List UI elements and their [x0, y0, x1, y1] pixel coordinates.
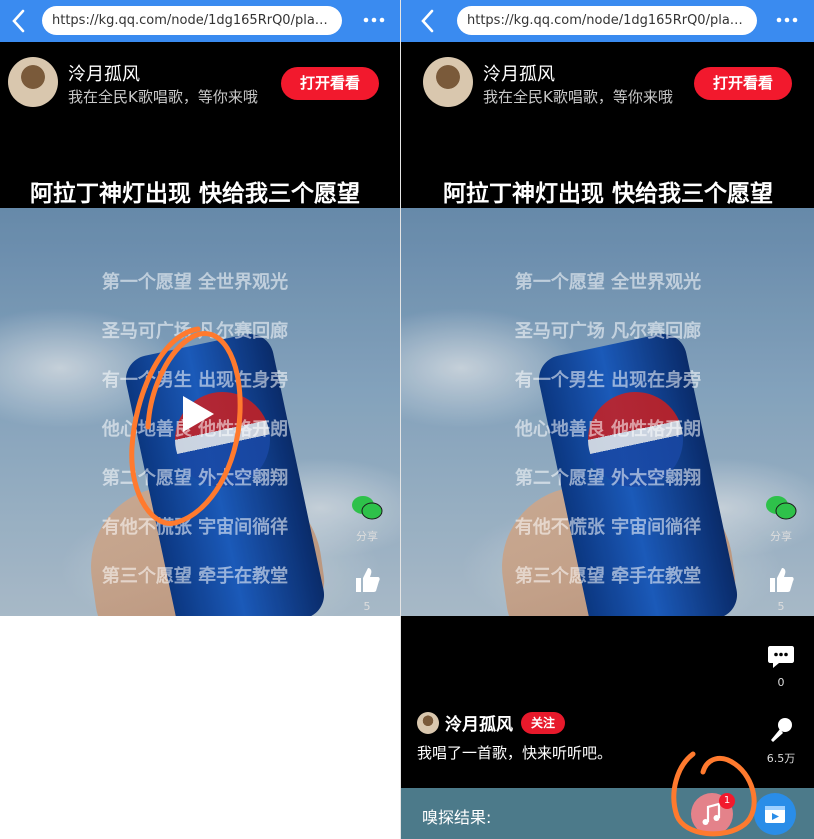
- left-screenshot: https://kg.qq.com/node/1dg165RrQ0/play_v…: [0, 0, 401, 839]
- lyric-line: 第二个愿望 外太空翱翔: [101, 468, 289, 489]
- sniff-result-bar: 嗅探结果: 1: [401, 788, 814, 839]
- header-username: 泠月孤风: [483, 64, 555, 85]
- wechat-icon: [766, 496, 797, 520]
- lyric-line: 第一个愿望 全世界观光: [101, 272, 289, 293]
- avatar[interactable]: [417, 712, 439, 734]
- lyric-line: 第一个愿望 全世界观光: [514, 272, 702, 293]
- thumbs-up-icon: [770, 568, 794, 592]
- feed-caption: 我唱了一首歌，快来听听吧。: [417, 744, 613, 762]
- song-title: 阿拉丁神灯出现 快给我三个愿望: [30, 181, 361, 207]
- right-screenshot: https://kg.qq.com/node/1dg165RrQ0/play_v…: [401, 0, 814, 839]
- avatar[interactable]: [8, 57, 58, 107]
- chevron-left-icon[interactable]: [6, 6, 32, 36]
- share-header: 泠月孤风 我在全民K歌唱歌，等你来哦 打开看看: [401, 42, 814, 122]
- open-app-button[interactable]: 打开看看: [281, 67, 379, 100]
- like-button[interactable]: 5: [761, 566, 801, 613]
- sniff-result-label: 嗅探结果:: [422, 808, 492, 827]
- thumbs-up-icon: [356, 568, 380, 592]
- chevron-left-icon[interactable]: [415, 6, 441, 36]
- video-result-button[interactable]: [754, 793, 796, 835]
- share-label: 分享: [770, 530, 792, 543]
- video-player[interactable]: 泠月孤风 我在全民K歌唱歌，等你来哦 打开看看 阿拉丁神灯出现 快给我三个愿望 …: [0, 42, 401, 616]
- share-label: 分享: [356, 530, 378, 543]
- comment-count: 0: [777, 676, 785, 689]
- header-slogan: 我在全民K歌唱歌，等你来哦: [68, 88, 258, 106]
- lyric-line: 圣马可广场 凡尔赛回廊: [101, 321, 289, 342]
- video-icon: [765, 806, 785, 823]
- play-icon[interactable]: [180, 394, 216, 434]
- browser-address-bar: https://kg.qq.com/node/1dg165RrQ0/play_v…: [401, 0, 814, 42]
- song-title: 阿拉丁神灯出现 快给我三个愿望: [443, 181, 774, 207]
- lyric-line: 有一个男生 出现在身旁: [514, 370, 702, 391]
- result-count-badge: 1: [719, 793, 735, 809]
- comment-icon: [768, 646, 794, 668]
- feed-username: 泠月孤风: [445, 715, 513, 735]
- like-count: 5: [363, 600, 371, 613]
- lyric-line: 有一个男生 出现在身旁: [101, 370, 289, 391]
- lyric-line: 有他不慌张 宇宙间徜徉: [514, 517, 702, 538]
- lyric-line: 第三个愿望 牵手在教堂: [101, 566, 289, 587]
- comment-button[interactable]: 0: [761, 644, 801, 689]
- lyric-line: 有他不慌张 宇宙间徜徉: [101, 517, 289, 538]
- more-dots-icon[interactable]: [359, 9, 389, 31]
- wechat-icon: [352, 496, 383, 520]
- share-button[interactable]: 分享: [347, 494, 387, 544]
- share-header: 泠月孤风 我在全民K歌唱歌，等你来哦 打开看看: [0, 42, 401, 122]
- lyric-line: 圣马可广场 凡尔赛回廊: [514, 321, 702, 342]
- header-slogan: 我在全民K歌唱歌，等你来哦: [483, 88, 673, 106]
- sing-button[interactable]: 6.5万: [761, 716, 801, 766]
- url-field[interactable]: https://kg.qq.com/node/1dg165RrQ0/play_v…: [42, 6, 342, 35]
- share-button[interactable]: 分享: [761, 494, 801, 544]
- avatar[interactable]: [423, 57, 473, 107]
- more-dots-icon[interactable]: [772, 9, 802, 31]
- microphone-icon: [771, 718, 792, 742]
- open-app-button[interactable]: 打开看看: [694, 67, 792, 100]
- browser-address-bar: https://kg.qq.com/node/1dg165RrQ0/play_v…: [0, 0, 401, 42]
- like-count: 5: [777, 600, 785, 613]
- lyric-line: 第二个愿望 外太空翱翔: [514, 468, 702, 489]
- sing-count: 6.5万: [766, 752, 796, 765]
- video-player[interactable]: 泠月孤风 我在全民K歌唱歌，等你来哦 打开看看 阿拉丁神灯出现 快给我三个愿望 …: [401, 42, 814, 788]
- like-button[interactable]: 5: [347, 566, 387, 613]
- header-username: 泠月孤风: [68, 64, 140, 85]
- follow-button[interactable]: 关注: [521, 712, 565, 734]
- lyric-line: 他心地善良 他性格开朗: [514, 419, 702, 440]
- lyric-line: 第三个愿望 牵手在教堂: [514, 566, 702, 587]
- url-field[interactable]: https://kg.qq.com/node/1dg165RrQ0/play_v…: [457, 6, 757, 35]
